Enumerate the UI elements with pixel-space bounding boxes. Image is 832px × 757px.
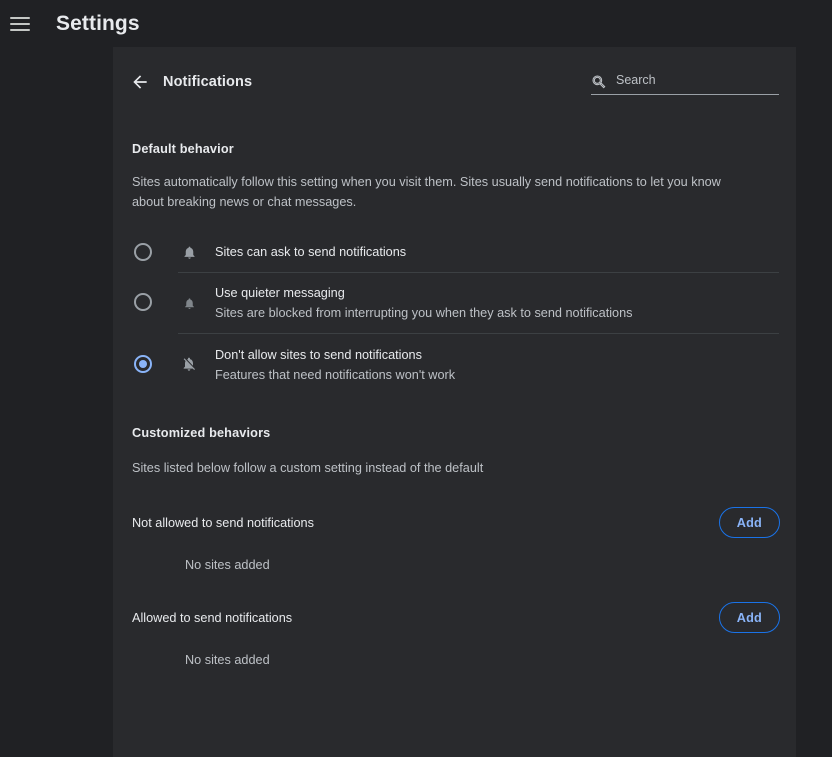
default-behavior-radio-group: Sites can ask to send notifications Use … [132,231,792,396]
allowed-list-empty-text: No sites added [185,653,270,667]
customized-behaviors-title: Customized behaviors [132,426,271,440]
default-behavior-description: Sites automatically follow this setting … [132,175,721,209]
radio-option-text: Sites can ask to send notifications [215,243,416,261]
radio-option-sites-can-ask[interactable]: Sites can ask to send notifications [132,231,792,273]
radio-option-dont-allow[interactable]: Don't allow sites to send notifications … [132,334,792,396]
blocked-list-header: Not allowed to send notifications Add [132,507,792,538]
left-rail [0,47,113,757]
radio-option-label: Don't allow sites to send notifications [215,348,422,362]
app-title-bar: Settings [0,0,832,47]
hamburger-menu-icon[interactable] [10,12,34,36]
radio-option-sublabel: Features that need notifications won't w… [215,368,456,382]
allowed-list-header: Allowed to send notifications Add [132,602,792,633]
search-icon [592,74,606,88]
bell-off-icon [179,354,199,374]
page-title: Notifications [163,74,253,90]
radio-option-text: Use quieter messaging Sites are blocked … [215,284,643,322]
arrow-left-icon[interactable] [124,66,156,98]
radio-option-sublabel: Sites are blocked from interrupting you … [215,306,633,320]
add-allowed-site-button[interactable]: Add [718,602,780,633]
hamburger-bar [10,28,30,31]
radio-option-use-quieter-messaging[interactable]: Use quieter messaging Sites are blocked … [132,273,792,334]
settings-content-panel: Notifications Default behavior Sites aut… [113,47,796,757]
radio-indicator[interactable] [134,243,152,261]
customized-behaviors-description: Sites listed below follow a custom setti… [132,461,484,475]
radio-option-label: Sites can ask to send notifications [215,245,407,259]
radio-option-text: Don't allow sites to send notifications … [215,346,465,384]
hamburger-bar [10,22,30,25]
radio-indicator[interactable] [134,293,152,311]
radio-option-label: Use quieter messaging [215,286,345,300]
page-header: Notifications [113,58,796,106]
add-blocked-site-button[interactable]: Add [718,507,780,538]
blocked-list-empty-text: No sites added [185,558,270,572]
app-title: Settings [56,11,140,35]
search-field[interactable] [591,69,779,95]
hamburger-bar [10,16,30,19]
bell-icon [179,242,199,262]
default-behavior-title: Default behavior [132,142,234,156]
search-input[interactable] [616,73,779,90]
radio-indicator-selected[interactable] [134,355,152,373]
blocked-list-label: Not allowed to send notifications [132,515,314,530]
settings-body: Default behavior Sites automatically fol… [132,142,792,667]
right-rail [796,47,832,757]
bell-quiet-icon [179,293,199,313]
allowed-list-label: Allowed to send notifications [132,610,293,625]
